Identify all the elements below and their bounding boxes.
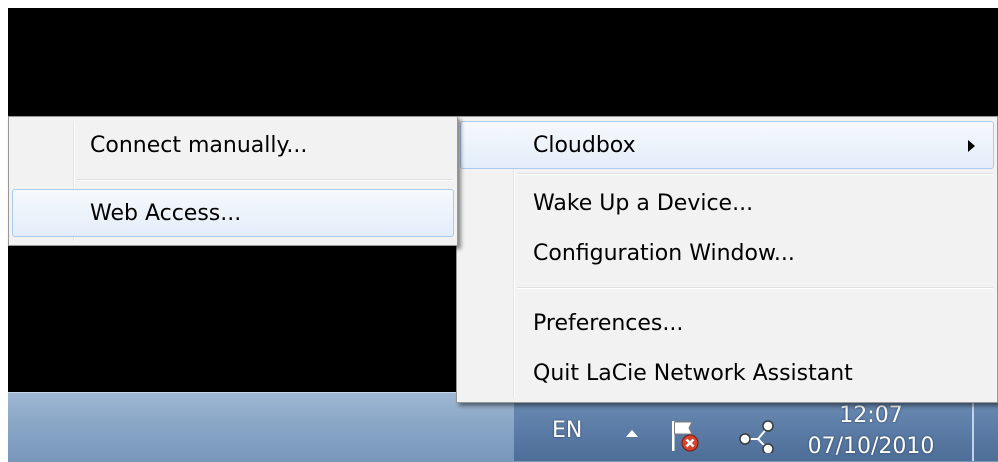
menu-item-label: Wake Up a Device... — [533, 191, 754, 216]
menu-item-label: Quit LaCie Network Assistant — [533, 361, 853, 386]
clock-time: 12:07 — [839, 403, 903, 428]
cloudbox-submenu: Connect manually... Web Access... — [8, 116, 458, 246]
language-indicator[interactable]: EN — [552, 418, 582, 443]
menu-item-label: Configuration Window... — [533, 241, 795, 266]
menu-item-web-access[interactable]: Web Access... — [12, 189, 454, 237]
menu-separator — [517, 287, 993, 289]
menu-separator — [77, 179, 453, 181]
menu-item-preferences[interactable]: Preferences... — [460, 299, 994, 347]
menu-item-label: Preferences... — [533, 311, 684, 336]
lacie-network-assistant-icon[interactable] — [736, 417, 776, 453]
menu-item-connect-manually[interactable]: Connect manually... — [12, 121, 454, 169]
menu-item-configuration-window[interactable]: Configuration Window... — [460, 229, 994, 277]
menu-item-label: Connect manually... — [90, 133, 308, 158]
main-context-menu: Cloudbox Wake Up a Device... Configurati… — [456, 116, 998, 403]
menu-item-quit[interactable]: Quit LaCie Network Assistant — [460, 349, 994, 397]
menu-item-label: Web Access... — [90, 201, 242, 226]
menu-item-cloudbox[interactable]: Cloudbox — [460, 121, 994, 169]
menu-item-label: Cloudbox — [533, 133, 636, 158]
action-center-flag-icon[interactable] — [668, 418, 702, 454]
system-clock[interactable]: 12:07 07/10/2010 — [806, 400, 936, 462]
menu-separator — [517, 173, 993, 175]
show-hidden-icons-arrow-icon[interactable] — [626, 430, 638, 437]
clock-date: 07/10/2010 — [807, 434, 935, 459]
menu-item-wake-up-device[interactable]: Wake Up a Device... — [460, 179, 994, 227]
submenu-arrow-icon — [968, 140, 975, 152]
